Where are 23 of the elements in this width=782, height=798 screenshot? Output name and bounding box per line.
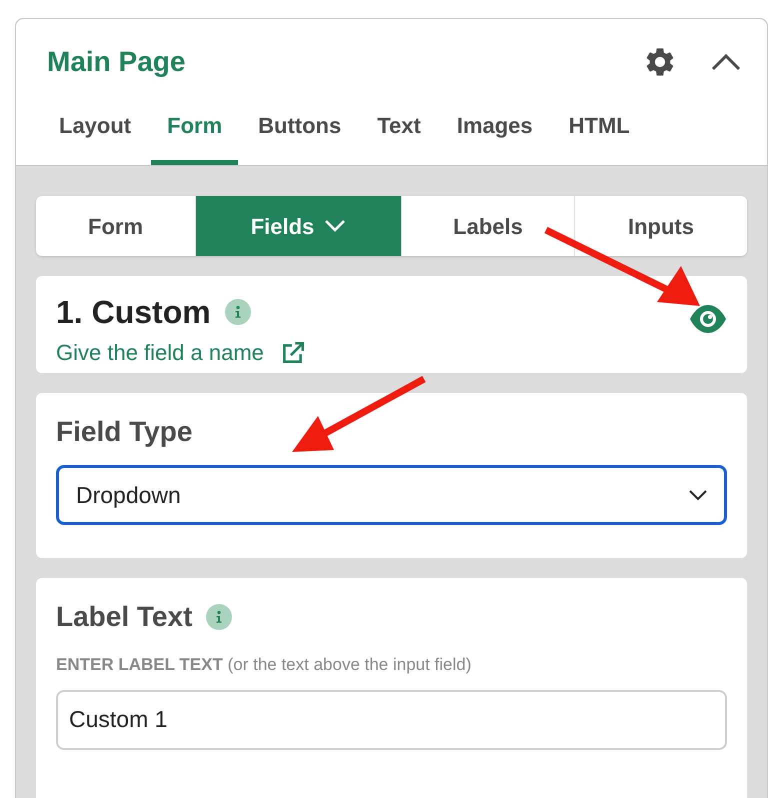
field-type-select[interactable]: Dropdown xyxy=(56,465,727,525)
eye-icon[interactable] xyxy=(689,304,727,334)
panel-title: Main Page xyxy=(47,45,186,79)
info-icon[interactable] xyxy=(206,604,232,630)
tab[interactable]: HTML xyxy=(552,103,646,165)
subtab[interactable]: Form xyxy=(36,196,195,256)
subtab[interactable]: Labels xyxy=(401,196,574,256)
label-text-input[interactable]: Custom 1 xyxy=(56,690,727,750)
tab[interactable]: Layout xyxy=(43,103,148,165)
tab[interactable]: Form xyxy=(151,103,238,165)
field-title: 1. Custom xyxy=(56,293,211,332)
chevron-icon xyxy=(689,489,707,501)
field-type-label: Field Type xyxy=(56,415,192,449)
label-text-title: Label Text xyxy=(56,600,192,634)
tab[interactable]: Text xyxy=(361,103,437,165)
subtab[interactable]: Fields xyxy=(195,196,401,256)
label-text-hint: ENTER LABEL TEXT (or the text above the input field) xyxy=(56,654,472,676)
subtab[interactable]: Inputs xyxy=(574,196,747,256)
collapse-icon[interactable] xyxy=(711,53,741,71)
field-name-link[interactable]: Give the field a name xyxy=(56,336,306,369)
info-icon[interactable] xyxy=(224,299,251,325)
tab[interactable]: Buttons xyxy=(242,103,358,165)
tab[interactable]: Images xyxy=(440,103,549,165)
